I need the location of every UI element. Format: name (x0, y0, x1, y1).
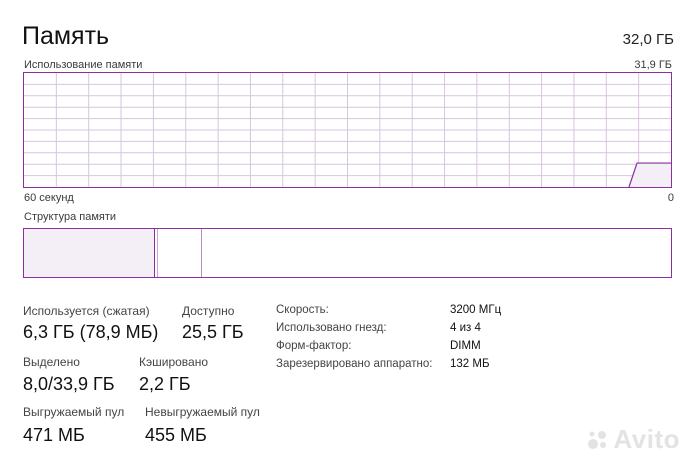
spec-speed-value: 3200 МГц (450, 304, 502, 316)
graph-time-right: 0 (667, 192, 674, 204)
memory-usage-chart (24, 73, 671, 187)
spec-slots-value: 4 из 4 (450, 322, 481, 334)
total-memory: 32,0 ГБ (622, 31, 674, 48)
stat-cached-value: 2,2 ГБ (139, 374, 191, 394)
stat-committed-label: Выделено (23, 355, 80, 369)
memory-composition-bar (23, 228, 672, 278)
stat-committed-value: 8,0/33,9 ГБ (23, 374, 115, 394)
watermark-text: Avito (613, 424, 680, 454)
usage-graph-label: Использование памяти (24, 59, 143, 71)
spec-reserved-key: Зарезервировано аппаратно: (276, 358, 433, 370)
composition-label: Структура памяти (24, 211, 117, 223)
composition-standby[interactable] (158, 229, 202, 277)
stat-in-use-label: Используется (сжатая) (23, 304, 150, 318)
stat-nonpaged-label: Невыгружаемый пул (145, 405, 260, 419)
avito-logo-icon (588, 431, 607, 449)
usage-graph-max: 31,9 ГБ (634, 59, 672, 71)
watermark: Avito (587, 424, 680, 455)
spec-form-factor-value: DIMM (450, 340, 481, 352)
composition-in-use[interactable] (24, 229, 155, 277)
stat-nonpaged-value: 455 МБ (145, 425, 207, 445)
stat-available-value: 25,5 ГБ (182, 322, 244, 342)
spec-slots-key: Использовано гнезд: (276, 322, 387, 334)
stat-paged-label: Выгружаемый пул (23, 405, 125, 419)
stat-available-label: Доступно (182, 304, 235, 318)
spec-speed-key: Скорость: (276, 304, 329, 316)
stat-cached-label: Кэшировано (139, 355, 209, 369)
page-title: Память (22, 22, 110, 50)
memory-usage-graph (23, 72, 672, 188)
graph-time-left: 60 секунд (24, 192, 74, 204)
spec-reserved-value: 132 МБ (450, 358, 490, 370)
stat-in-use-value: 6,3 ГБ (78,9 МБ) (23, 322, 159, 342)
spec-form-factor-key: Форм-фактор: (276, 340, 352, 352)
stat-paged-value: 471 МБ (23, 425, 85, 445)
